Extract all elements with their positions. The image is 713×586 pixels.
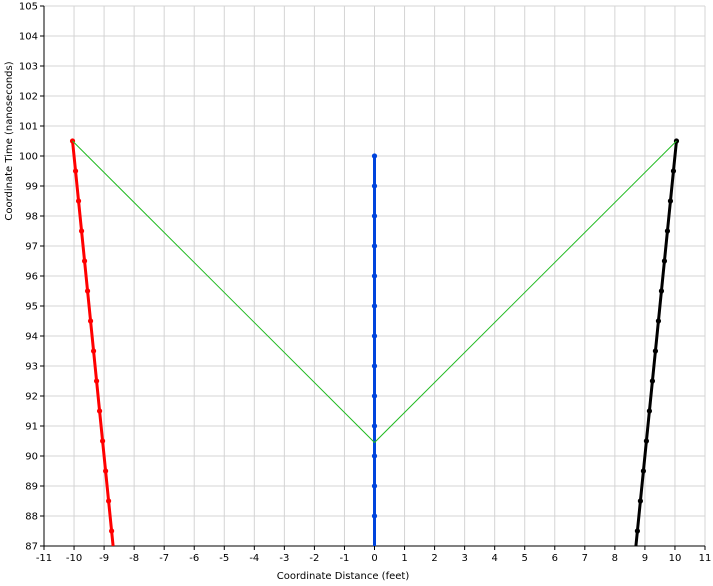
x-tick-label: -4 (249, 553, 259, 564)
data-point (371, 423, 378, 429)
data-point (371, 453, 378, 459)
y-tick-label: 103 (19, 62, 38, 73)
y-tick-label: 87 (25, 542, 38, 553)
data-point (371, 153, 378, 159)
y-tick-label: 94 (25, 332, 38, 343)
y-tick-label: 95 (25, 302, 38, 313)
x-tick-label: -9 (99, 553, 109, 564)
data-point (646, 408, 653, 414)
data-point (667, 198, 674, 204)
data-point (72, 168, 79, 174)
data-point (371, 363, 378, 369)
y-tick-label: 93 (25, 362, 38, 373)
data-point (96, 408, 103, 414)
data-point (658, 288, 665, 294)
y-tick-label: 98 (25, 212, 38, 223)
y-tick-label: 105 (19, 2, 38, 13)
data-point (640, 468, 647, 474)
data-point (75, 198, 82, 204)
x-tick-label: -10 (66, 553, 82, 564)
y-tick-label: 104 (19, 32, 38, 43)
x-tick-label: -3 (279, 553, 289, 564)
x-tick-label: -2 (309, 553, 319, 564)
data-point (661, 258, 668, 264)
x-tick-label: 5 (522, 553, 528, 564)
data-point (81, 258, 88, 264)
axes (40, 5, 706, 550)
x-tick-label: 0 (371, 553, 377, 564)
x-tick-label: 7 (582, 553, 588, 564)
y-tick-label: 89 (25, 482, 38, 493)
data-point (637, 498, 644, 504)
y-tick-label: 102 (19, 92, 38, 103)
x-tick-label: 4 (491, 553, 497, 564)
x-tick-label: -11 (36, 553, 52, 564)
data-point (655, 318, 662, 324)
y-tick-label: 100 (19, 152, 38, 163)
x-axis-label: Coordinate Distance (feet) (277, 571, 410, 582)
data-point (371, 513, 378, 519)
y-tick-label: 97 (25, 242, 38, 253)
y-tick-label: 91 (25, 422, 38, 433)
data-point (105, 498, 112, 504)
data-point (109, 528, 115, 534)
x-tick-label: -1 (339, 553, 349, 564)
data-point (371, 483, 378, 489)
y-tick-label: 92 (25, 392, 38, 403)
data-point (99, 438, 106, 444)
y-tick-label: 90 (25, 452, 38, 463)
x-tick-label: 6 (552, 553, 558, 564)
data-point (664, 228, 671, 234)
y-axis-label: Coordinate Time (nanoseconds) (4, 61, 15, 220)
data-point (371, 183, 378, 189)
data-point (102, 468, 109, 474)
y-tick-label: 96 (25, 272, 38, 283)
x-tick-label: -6 (189, 553, 199, 564)
x-tick-label: 2 (431, 553, 437, 564)
data-point (78, 228, 85, 234)
x-tick-label: -7 (159, 553, 169, 564)
x-tick-label: 8 (612, 553, 618, 564)
y-tick-label: 88 (25, 512, 38, 523)
x-tick-label: 1 (401, 553, 407, 564)
x-tick-label: 10 (669, 553, 682, 564)
data-point (371, 303, 378, 309)
x-tick-label: -8 (129, 553, 139, 564)
x-tick-label: 9 (642, 553, 648, 564)
data-point (670, 168, 677, 174)
data-point (652, 348, 659, 354)
tick-labels: -11 -10 -9 -8 -7 -6 -5 -4 -3 -2 -1 0 1 2 3 4 5 6 7 8 9 10 1187… (19, 2, 711, 565)
x-tick-label: -5 (219, 553, 229, 564)
x-tick-label: 11 (699, 553, 712, 564)
data-point (649, 378, 656, 384)
data-point (84, 288, 91, 294)
data-point (87, 318, 94, 324)
y-tick-label: 99 (25, 182, 38, 193)
data-point (371, 273, 378, 279)
chart-container: -11 -10 -9 -8 -7 -6 -5 -4 -3 -2 -1 0 1 2 3 4 5 6 7 8 9 10 11 87… (0, 0, 713, 583)
data-point (371, 333, 378, 339)
data-point (93, 378, 100, 384)
data-point (371, 243, 378, 249)
y-tick-label: 101 (19, 122, 38, 133)
line-chart: -11 -10 -9 -8 -7 -6 -5 -4 -3 -2 -1 0 1 2 3 4 5 6 7 8 9 10 1187… (4, 2, 711, 583)
x-tick-label: 3 (461, 553, 467, 564)
data-point (90, 348, 97, 354)
data-point (643, 438, 650, 444)
data-point (371, 393, 378, 399)
data-point (634, 528, 640, 534)
data-point (371, 213, 378, 219)
series-layer (69, 138, 680, 547)
